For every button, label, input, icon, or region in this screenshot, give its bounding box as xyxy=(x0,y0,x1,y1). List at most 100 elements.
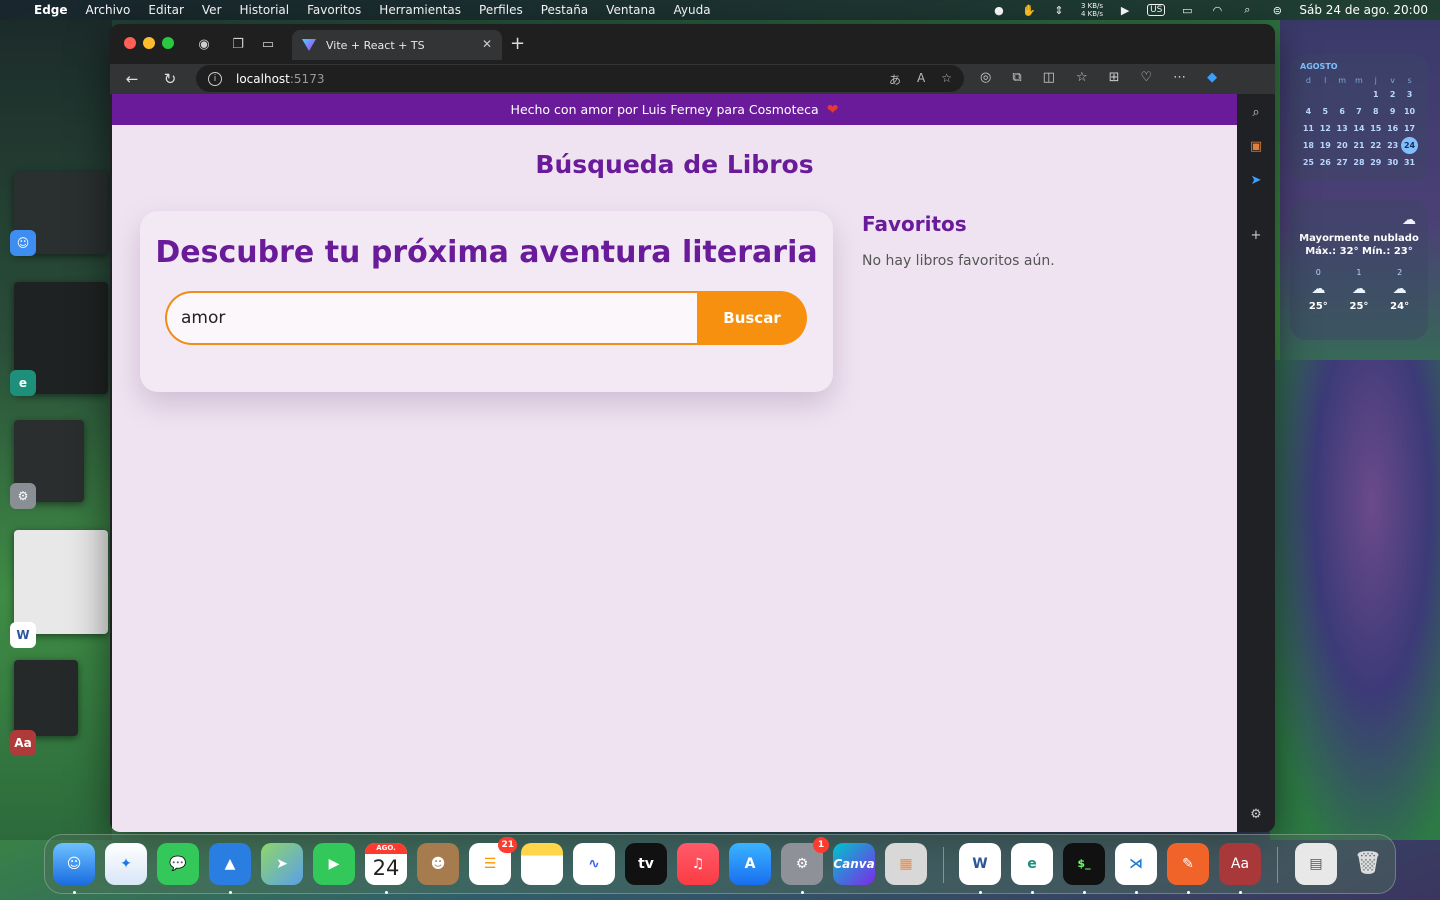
translate-icon[interactable]: あ xyxy=(889,71,901,88)
app-menu[interactable]: Edge xyxy=(34,3,68,17)
calendar-app-icon[interactable]: AGO. 24 xyxy=(365,843,407,885)
spark-mail-icon[interactable]: ▲ xyxy=(209,843,251,885)
network-speed: 3 KB/s 4 KB/s xyxy=(1080,2,1104,18)
menu-favoritos[interactable]: Favoritos xyxy=(307,3,361,17)
weather-range: Máx.: 32° Mín.: 23° xyxy=(1305,246,1413,257)
safari-icon[interactable]: ✦ xyxy=(105,843,147,885)
tab-vite-react[interactable]: Vite + React + TS ✕ xyxy=(292,30,502,60)
favorites-icon[interactable]: ☆ xyxy=(1076,70,1088,85)
calendar-day: 13 xyxy=(1336,124,1348,133)
calendar-day: 22 xyxy=(1370,141,1382,150)
running-indicator xyxy=(73,891,76,894)
messages-icon[interactable]: 💬 xyxy=(157,843,199,885)
calendar-day xyxy=(1300,86,1317,103)
address-bar[interactable]: i localhost:5173 あ A ☆ xyxy=(196,65,964,92)
menu-perfiles[interactable]: Perfiles xyxy=(479,3,523,17)
edge-icon: e xyxy=(10,370,36,396)
finder-icon[interactable]: ☺ xyxy=(53,843,95,885)
updown-arrows-icon[interactable]: ⇕ xyxy=(1051,4,1067,17)
record-icon[interactable]: ● xyxy=(991,4,1007,17)
page-title: Búsqueda de Libros xyxy=(535,150,814,179)
keyboard-layout[interactable]: US xyxy=(1147,4,1166,16)
notes-icon[interactable] xyxy=(521,843,563,885)
search-button[interactable]: Buscar xyxy=(697,291,807,345)
calendar-day: 25 xyxy=(1302,158,1314,167)
new-tab-icon[interactable]: + xyxy=(510,33,525,54)
maps-icon[interactable]: ➤ xyxy=(261,843,303,885)
close-window-button[interactable] xyxy=(124,37,136,49)
read-aloud-icon[interactable]: A xyxy=(917,71,925,88)
zoom-window-button[interactable] xyxy=(162,37,174,49)
minimize-window-button[interactable] xyxy=(143,37,155,49)
weather-widget[interactable]: ☁ Mayormente nublado Máx.: 32° Mín.: 23°… xyxy=(1290,200,1428,340)
freeform-icon[interactable]: ∿ xyxy=(573,843,615,885)
tab-actions-icon[interactable]: ▭ xyxy=(258,35,278,55)
play-icon[interactable]: ▶ xyxy=(1117,4,1133,17)
stage-window-thumbnail[interactable] xyxy=(14,660,78,736)
canva-icon[interactable]: Canva xyxy=(833,843,875,885)
wifi-icon[interactable]: ◠ xyxy=(1209,4,1225,17)
spotlight-search-icon[interactable]: ⌕ xyxy=(1239,3,1255,16)
edge-icon[interactable]: e xyxy=(1011,843,1053,885)
apple-tv-icon[interactable]: tv xyxy=(625,843,667,885)
menu-pestana[interactable]: Pestaña xyxy=(541,3,588,17)
search-input[interactable] xyxy=(165,291,699,345)
menu-editar[interactable]: Editar xyxy=(148,3,184,17)
profile-avatar-icon[interactable]: ◉ xyxy=(194,35,214,55)
favorite-star-icon[interactable]: ☆ xyxy=(941,71,952,88)
menu-ver[interactable]: Ver xyxy=(202,3,222,17)
system-settings-icon[interactable]: ⚙ 1 xyxy=(781,837,829,885)
workspaces-icon[interactable]: ❐ xyxy=(228,35,248,55)
menu-ventana[interactable]: Ventana xyxy=(606,3,655,17)
calendar-day: 2 xyxy=(1389,90,1396,99)
dock-separator xyxy=(943,847,944,883)
vscode-icon[interactable]: ⋊ xyxy=(1115,843,1157,885)
stage-window-thumbnail[interactable] xyxy=(14,530,108,634)
sidebar-settings-icon[interactable]: ⚙ xyxy=(1247,806,1265,824)
reminders-icon[interactable]: ☰ 21 xyxy=(469,837,517,885)
facetime-icon[interactable]: ▶ xyxy=(313,843,355,885)
split-screen-icon[interactable]: ◫ xyxy=(1043,70,1055,85)
send-icon[interactable]: ➤ xyxy=(1247,172,1265,190)
tools-icon[interactable]: ▣ xyxy=(1247,138,1265,156)
menu-archivo[interactable]: Archivo xyxy=(86,3,131,17)
running-indicator xyxy=(1083,891,1086,894)
menu-herramientas[interactable]: Herramientas xyxy=(379,3,461,17)
refresh-icon[interactable]: ↻ xyxy=(160,69,180,89)
search-heading: Descubre tu próxima aventura literaria xyxy=(155,235,818,270)
close-tab-icon[interactable]: ✕ xyxy=(482,37,492,51)
back-icon[interactable]: ← xyxy=(122,69,142,89)
search-icon[interactable]: ⌕ xyxy=(1247,104,1265,122)
contacts-icon[interactable]: ☻ xyxy=(417,843,459,885)
cloud-icon: ☁ xyxy=(1402,212,1416,228)
browser-essentials-icon[interactable]: ♡ xyxy=(1141,70,1153,85)
trash-icon[interactable]: 🗑 xyxy=(1347,843,1389,885)
battery-icon[interactable]: ▭ xyxy=(1179,4,1195,17)
running-indicator xyxy=(1135,891,1138,894)
menu-ayuda[interactable]: Ayuda xyxy=(673,3,710,17)
more-menu-icon[interactable]: ⋯ xyxy=(1173,70,1186,85)
music-icon[interactable]: ♫ xyxy=(677,843,719,885)
extensions-icon[interactable]: ⧉ xyxy=(1012,70,1021,85)
calendar-widget[interactable]: AGOSTO d l m m j v s 123 4 5 6 7 8 9 10 11 12 13… xyxy=(1290,54,1428,182)
menubar-datetime[interactable]: Sáb 24 de ago. 20:00 xyxy=(1299,3,1428,17)
extension-owl-icon[interactable]: ◎ xyxy=(980,70,991,85)
dictionary-icon[interactable]: Aa xyxy=(1219,843,1261,885)
word-icon[interactable]: W xyxy=(959,843,1001,885)
app-store-icon[interactable]: A xyxy=(729,843,771,885)
menu-historial[interactable]: Historial xyxy=(240,3,290,17)
copilot-icon[interactable]: ◆ xyxy=(1207,70,1217,85)
terminal-icon[interactable]: $_ xyxy=(1063,843,1105,885)
site-info-icon[interactable]: i xyxy=(208,71,222,86)
calendar-day: 29 xyxy=(1370,158,1382,167)
hour-forecast: 0 ☁ 25° xyxy=(1308,268,1328,312)
sketch-pen-icon[interactable]: ✎ xyxy=(1167,843,1209,885)
calendar-day: 23 xyxy=(1387,141,1399,150)
favorites-empty-message: No hay libros favoritos aún. xyxy=(862,253,1055,269)
hand-icon[interactable]: ✋ xyxy=(1021,4,1037,17)
documents-stack-icon[interactable]: ▤ xyxy=(1295,843,1337,885)
control-center-icon[interactable]: ⊜ xyxy=(1269,4,1285,17)
launchpad-icon[interactable]: ▦ xyxy=(885,843,927,885)
add-sidebar-app-icon[interactable]: + xyxy=(1247,227,1265,245)
collections-icon[interactable]: ⊞ xyxy=(1109,70,1120,85)
